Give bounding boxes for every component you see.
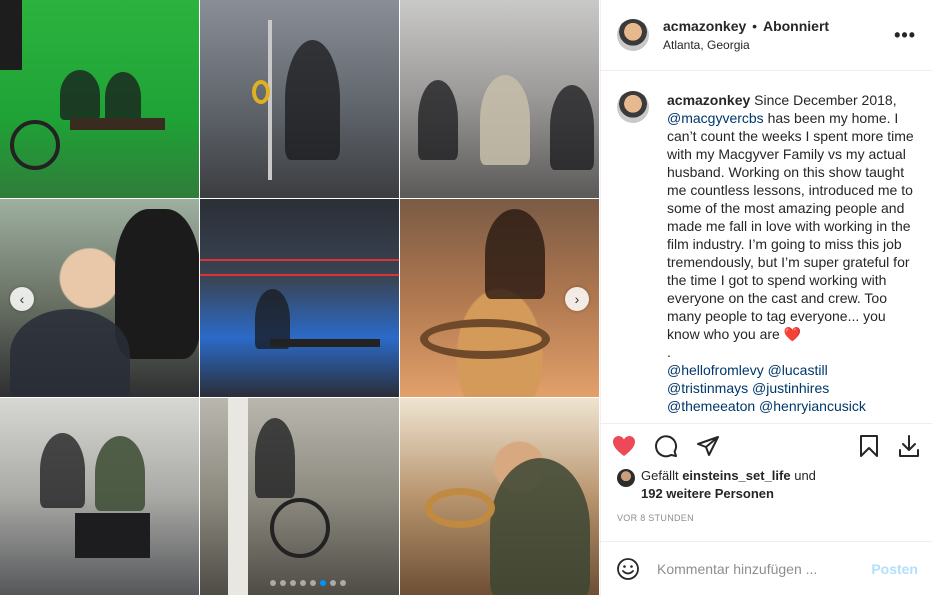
follow-status-button[interactable]: Abonniert	[763, 18, 829, 34]
photo-person	[485, 209, 545, 299]
carousel-dot	[280, 580, 286, 586]
post-sidebar: acmazonkey • Abonniert Atlanta, Georgia …	[600, 0, 932, 596]
carousel-dot	[330, 580, 336, 586]
caption-body: Since December 2018,	[754, 92, 897, 108]
carousel-dot-active	[320, 580, 326, 586]
likes-summary: Gefällt einsteins_set_life und 192 weite…	[601, 467, 932, 507]
carousel-dot	[310, 580, 316, 586]
photo-detail	[0, 0, 22, 70]
location-link[interactable]: Atlanta, Georgia	[663, 38, 894, 52]
likes-count-link[interactable]: 192 weitere Personen	[641, 486, 774, 501]
share-icon	[697, 435, 719, 456]
photo-person	[60, 70, 100, 120]
like-button[interactable]	[611, 433, 637, 459]
mention-link[interactable]: @justinhires	[752, 380, 829, 396]
caption-username-link[interactable]: acmazonkey	[667, 92, 750, 108]
photo-person	[480, 75, 530, 165]
comment-button[interactable]	[653, 433, 679, 459]
caption-area: acmazonkey Since December 2018, @macgyve…	[601, 71, 932, 423]
share-button[interactable]	[695, 433, 721, 459]
mention-link[interactable]: @henryiancusick	[759, 398, 866, 414]
caption-dot: .	[667, 344, 671, 360]
photo-snake	[420, 319, 550, 359]
carousel-dot	[270, 580, 276, 586]
next-slide-button[interactable]: ›	[565, 287, 589, 311]
previous-slide-button[interactable]: ‹	[10, 287, 34, 311]
mention-link[interactable]: @themeeaton	[667, 398, 755, 414]
photo-laser	[200, 274, 399, 276]
photo-stand	[268, 20, 272, 180]
instagram-post-modal: ‹ › acmazonkey • Abonniert Atlanta, Geor…	[0, 0, 932, 596]
photo-wheel	[270, 498, 330, 558]
heart-icon	[613, 435, 635, 456]
photo-collage	[0, 0, 600, 596]
emoji-icon	[617, 558, 639, 580]
author-username-link[interactable]: acmazonkey	[663, 18, 746, 34]
bookmark-icon	[860, 434, 878, 457]
mention-link[interactable]: @tristinmays	[667, 380, 748, 396]
photo-snake	[425, 488, 495, 528]
photo-snake-smile	[400, 398, 600, 596]
photo-goat	[115, 209, 199, 359]
chevron-right-icon: ›	[574, 291, 580, 307]
comment-input[interactable]	[657, 561, 872, 577]
carousel-dot	[290, 580, 296, 586]
comment-icon	[655, 434, 678, 457]
likes-connector: und	[794, 468, 816, 483]
photo-laser	[200, 259, 399, 261]
save-button[interactable]	[856, 433, 882, 459]
mention-link[interactable]: @lucastill	[768, 362, 828, 378]
photo-person	[40, 433, 85, 508]
photo-doorframe	[228, 398, 248, 595]
download-icon	[899, 434, 919, 457]
photo-gym-set	[200, 199, 400, 398]
carousel-dot	[300, 580, 306, 586]
photo-tape	[252, 80, 270, 104]
photo-monitor	[0, 398, 200, 596]
separator-dot: •	[752, 18, 758, 34]
photo-person	[255, 418, 295, 498]
carousel-indicator	[270, 580, 346, 586]
photo-bench	[270, 339, 380, 347]
comment-bar: Posten	[601, 541, 932, 596]
mention-link[interactable]: @hellofromlevy	[667, 362, 764, 378]
likes-prefix: Gefällt	[641, 468, 679, 483]
more-options-icon[interactable]: •••	[894, 25, 916, 46]
photo-person	[550, 85, 594, 170]
photo-person	[418, 80, 458, 160]
photo-monitor-screen	[75, 513, 150, 558]
avatar[interactable]	[617, 19, 649, 51]
post-header: acmazonkey • Abonniert Atlanta, Georgia …	[601, 0, 932, 71]
photo-person	[490, 458, 590, 595]
photo-person	[10, 309, 130, 397]
download-button[interactable]	[896, 433, 922, 459]
photo-green-screen	[0, 0, 200, 199]
post-media: ‹ ›	[0, 0, 600, 596]
mention-link[interactable]: @macgyvercbs	[667, 110, 764, 126]
photo-studio-crouch	[200, 0, 400, 199]
action-bar	[601, 423, 932, 467]
photo-crew-sitting	[400, 0, 600, 199]
emoji-button[interactable]	[615, 556, 641, 582]
chevron-left-icon: ‹	[19, 291, 25, 307]
photo-person	[285, 40, 340, 160]
avatar[interactable]	[617, 91, 649, 123]
caption-body: has been my home. I can’t count the week…	[667, 110, 914, 342]
heart-emoji: ❤️	[783, 326, 802, 342]
liker-username-link[interactable]: einsteins_set_life	[682, 468, 790, 483]
photo-light	[10, 120, 60, 170]
avatar[interactable]	[617, 469, 635, 487]
photo-wheelchair	[200, 398, 400, 596]
carousel-dot	[340, 580, 346, 586]
post-timestamp[interactable]: VOR 8 STUNDEN	[601, 507, 932, 541]
photo-person	[95, 436, 145, 511]
caption-text: acmazonkey Since December 2018, @macgyve…	[667, 91, 916, 423]
photo-platform	[70, 118, 165, 130]
post-comment-button[interactable]: Posten	[871, 561, 918, 577]
post-author-info: acmazonkey • Abonniert Atlanta, Georgia	[663, 18, 894, 52]
photo-person	[105, 72, 141, 122]
